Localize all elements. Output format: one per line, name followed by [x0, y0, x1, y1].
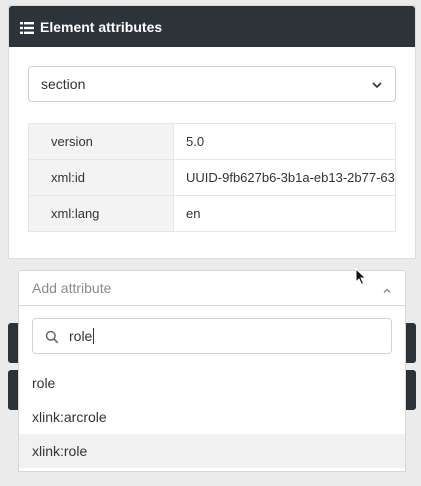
dropdown-option[interactable]: role — [19, 366, 405, 400]
panel-header: Element attributes — [9, 6, 415, 47]
list-icon — [20, 21, 34, 34]
add-attribute-placeholder: Add attribute — [32, 280, 112, 296]
element-select[interactable]: section — [28, 66, 396, 102]
attribute-value[interactable]: en — [173, 195, 396, 232]
attribute-dropdown: role role xlink:arcrole xlink:role — [18, 306, 406, 472]
attribute-name: xml:lang — [28, 195, 174, 232]
element-select-value: section — [41, 76, 86, 92]
table-row: version 5.0 — [28, 123, 396, 160]
text-caret — [93, 328, 95, 344]
panel-title: Element attributes — [40, 18, 163, 35]
attributes-table: version 5.0 xml:id UUID-9fb627b6-3b1a-eb… — [28, 123, 396, 232]
dropdown-option[interactable]: xlink:arcrole — [19, 400, 405, 434]
search-value: role — [69, 328, 93, 344]
attribute-search-input[interactable]: role — [32, 318, 392, 354]
attribute-name: xml:id — [28, 159, 174, 196]
search-icon — [45, 330, 59, 344]
attribute-value[interactable]: UUID-9fb627b6-3b1a-eb13-2b77-63 — [173, 159, 396, 196]
add-attribute-select[interactable]: Add attribute — [18, 270, 406, 306]
mouse-pointer-icon — [355, 267, 367, 286]
dropdown-option[interactable]: xlink:role — [19, 434, 405, 468]
table-row: xml:lang en — [28, 195, 396, 232]
element-attributes-panel: Element attributes section version 5.0 x… — [8, 5, 416, 259]
table-row: xml:id UUID-9fb627b6-3b1a-eb13-2b77-63 — [28, 159, 396, 196]
chevron-up-icon — [382, 283, 392, 293]
attribute-name: version — [28, 123, 174, 160]
chevron-down-icon — [371, 78, 383, 90]
attribute-value[interactable]: 5.0 — [173, 123, 396, 160]
